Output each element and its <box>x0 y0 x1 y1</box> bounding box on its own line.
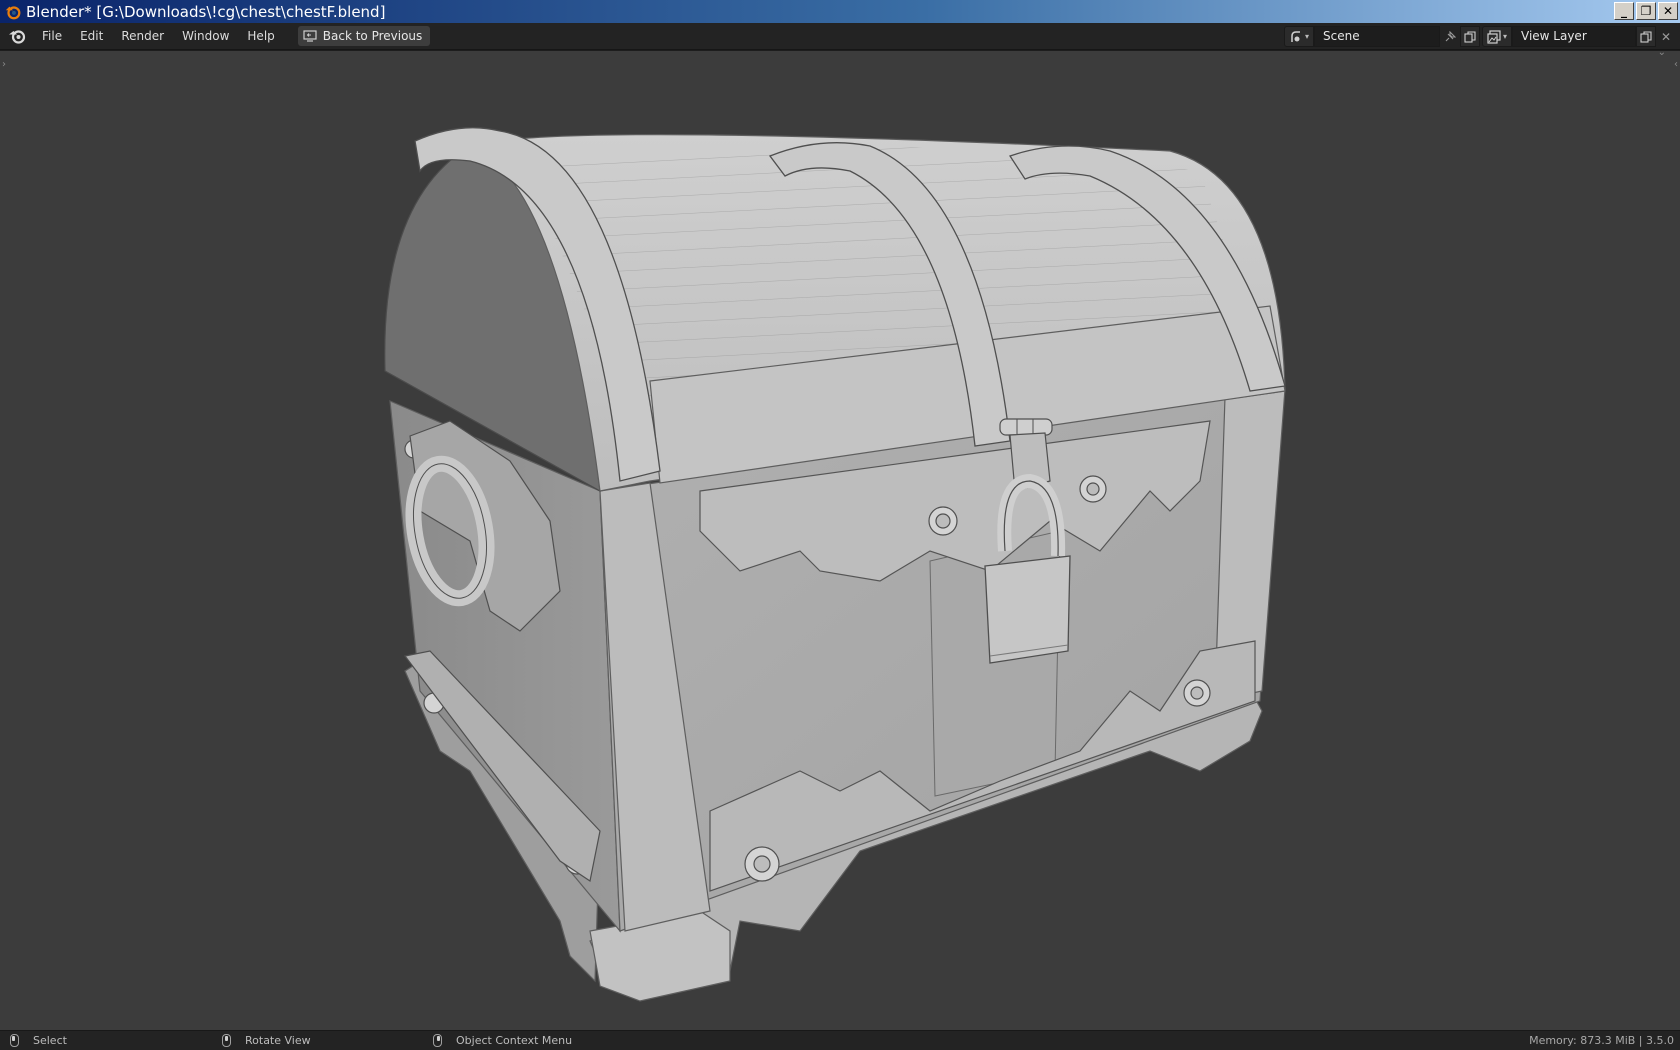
mouse-middle-icon <box>222 1034 231 1047</box>
close-icon: ✕ <box>1662 4 1674 18</box>
scene-selector: ▾ Scene ✕ <box>1284 26 1500 47</box>
status-rotate: Rotate View <box>222 1034 311 1047</box>
scene-browse-button[interactable]: ▾ <box>1284 26 1314 47</box>
restore-button[interactable]: ❐ <box>1636 2 1656 20</box>
new-view-layer-button[interactable] <box>1636 26 1656 47</box>
window-title: Blender* [G:\Downloads\!cg\chest\chestF.… <box>26 2 386 21</box>
status-context-menu: Object Context Menu <box>433 1034 572 1047</box>
delete-view-layer-button[interactable]: ✕ <box>1656 26 1676 47</box>
duplicate-icon <box>1640 30 1652 43</box>
close-window-button[interactable]: ✕ <box>1658 2 1678 20</box>
statusbar: Select Rotate View Object Context Menu M… <box>0 1030 1680 1050</box>
scene-icon <box>1291 30 1300 42</box>
menu-window[interactable]: Window <box>173 23 238 50</box>
treasure-chest-model[interactable] <box>0 51 1680 1030</box>
menu-render[interactable]: Render <box>112 23 173 50</box>
view-layer-selector: ▾ View Layer ✕ <box>1482 26 1676 47</box>
screen-back-icon <box>303 30 317 42</box>
menu-edit[interactable]: Edit <box>71 23 112 50</box>
close-icon: ✕ <box>1660 29 1672 44</box>
status-context-label: Object Context Menu <box>456 1034 573 1047</box>
status-select: Select <box>10 1034 67 1047</box>
view-layer-name-field[interactable]: View Layer <box>1512 26 1636 47</box>
blender-app-icon <box>5 5 21 19</box>
new-scene-button[interactable] <box>1460 26 1480 47</box>
menu-help[interactable]: Help <box>238 23 283 50</box>
pin-icon <box>1445 30 1456 41</box>
mouse-right-icon <box>433 1034 442 1047</box>
view-layer-icon <box>1487 29 1501 44</box>
back-to-previous-button[interactable]: Back to Previous <box>297 26 431 46</box>
chevron-down-icon: ▾ <box>1502 32 1507 41</box>
mouse-left-icon <box>10 1034 19 1047</box>
chest-base-corner <box>589 910 731 1002</box>
back-to-previous-label: Back to Previous <box>322 29 423 43</box>
restore-icon: ❐ <box>1640 4 1652 18</box>
status-rotate-label: Rotate View <box>245 1034 311 1047</box>
3d-viewport[interactable]: › ‹ ⌄ <box>0 51 1680 1030</box>
window-titlebar: Blender* [G:\Downloads\!cg\chest\chestF.… <box>0 0 1680 23</box>
view-layer-browse-button[interactable]: ▾ <box>1482 26 1512 47</box>
minimize-icon: _ <box>1621 4 1627 18</box>
pin-scene-button[interactable] <box>1440 26 1460 47</box>
menu-file[interactable]: File <box>33 23 71 50</box>
memory-version-readout: Memory: 873.3 MiB | 3.5.0 <box>1529 1034 1674 1047</box>
scene-name-field[interactable]: Scene <box>1314 26 1440 47</box>
status-select-label: Select <box>33 1034 67 1047</box>
chevron-down-icon: ▾ <box>1304 32 1309 41</box>
topbar: File Edit Render Window Help Back to Pre… <box>0 23 1680 50</box>
minimize-button[interactable]: _ <box>1614 2 1634 20</box>
duplicate-icon <box>1464 30 1476 43</box>
blender-logo-icon[interactable] <box>7 26 27 46</box>
